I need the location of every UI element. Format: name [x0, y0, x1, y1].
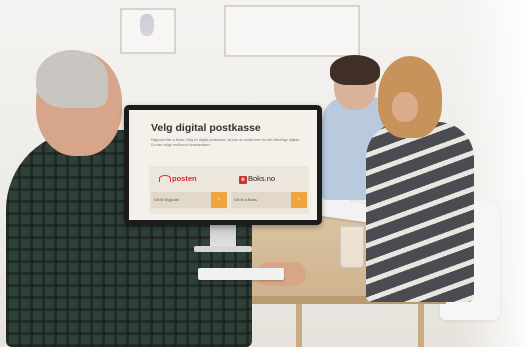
water-glass: [340, 226, 364, 268]
monitor-stand-base: [194, 246, 252, 252]
arrow-right-icon[interactable]: ›: [291, 192, 307, 208]
provider-card-eboks[interactable]: e Boks.no Gå til e-Boks ›: [229, 166, 309, 214]
digipost-button[interactable]: Gå til Digipost ›: [151, 192, 227, 208]
wall-picture-large: [224, 5, 360, 57]
screen-webpage: Velg digital postkasse Digipost eller e-…: [129, 110, 317, 220]
table-leg: [296, 304, 302, 347]
posten-horn-icon: [159, 175, 171, 182]
eboks-button-label: Gå til e-Boks: [234, 197, 257, 202]
eboks-button[interactable]: Gå til e-Boks ›: [231, 192, 307, 208]
table-leg: [418, 304, 424, 347]
monitor: Velg digital postkasse Digipost eller e-…: [124, 105, 322, 225]
eboks-logo: e Boks.no: [239, 174, 275, 184]
digipost-button-label: Gå til Digipost: [154, 197, 179, 202]
posten-logo: posten: [159, 174, 197, 183]
wall-picture-small: [120, 8, 176, 54]
arrow-right-icon[interactable]: ›: [211, 192, 227, 208]
eboks-e-icon: e: [239, 176, 247, 184]
provider-card-digipost[interactable]: posten Gå til Digipost ›: [149, 166, 229, 214]
keyboard: [198, 268, 284, 280]
page-title: Velg digital postkasse: [151, 122, 261, 134]
page-description: Digipost eller e-Boks: Velg en digital p…: [151, 138, 301, 147]
photo-scene: Velg digital postkasse Digipost eller e-…: [0, 0, 527, 347]
